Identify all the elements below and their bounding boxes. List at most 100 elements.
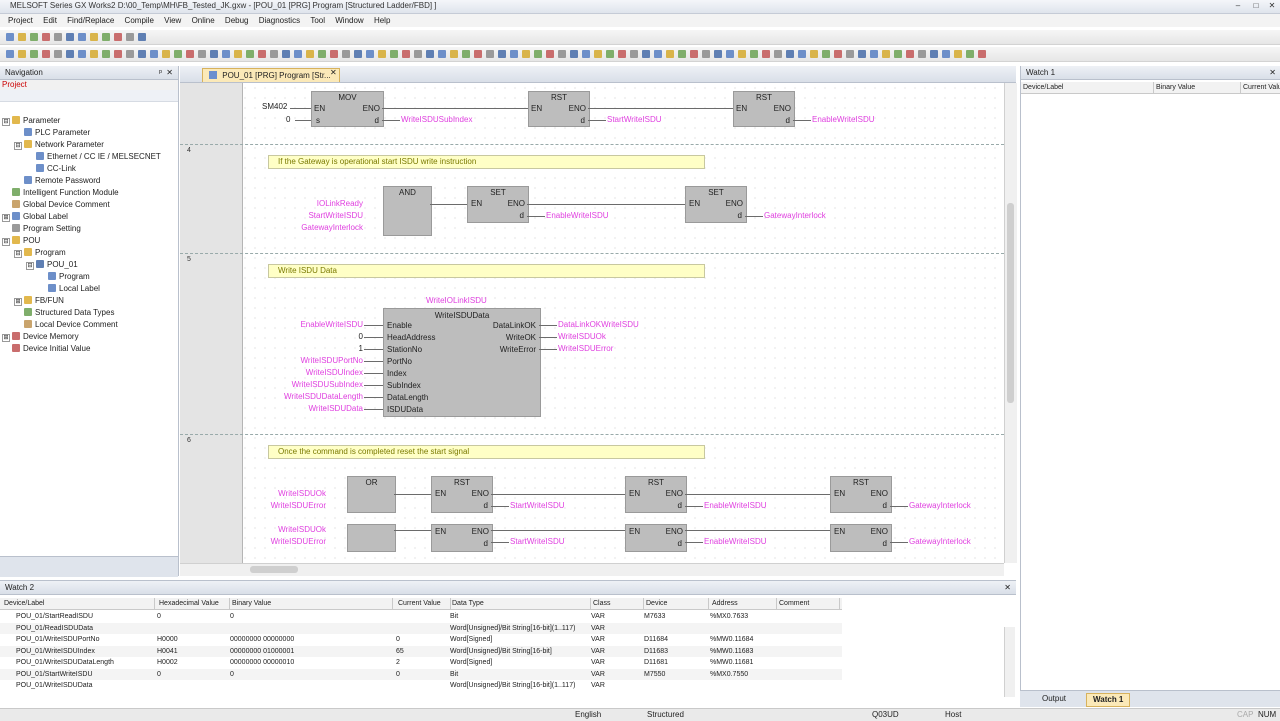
tree-item[interactable]: ⊟ POU_01: [26, 259, 78, 271]
toolbar-button-icon[interactable]: [846, 50, 854, 58]
toolbar-button-icon[interactable]: [282, 50, 290, 58]
rst-block[interactable]: RST EN ENO d: [431, 476, 493, 513]
toolbar-button-icon[interactable]: [66, 50, 74, 58]
toolbar-button-icon[interactable]: [654, 50, 662, 58]
toolbar-button-icon[interactable]: [186, 50, 194, 58]
tree-item[interactable]: ⊞ FB/FUN: [14, 295, 64, 307]
menu-project[interactable]: Project: [8, 14, 33, 27]
or-block[interactable]: OR: [347, 476, 396, 513]
fb-input-variable[interactable]: 1: [240, 344, 363, 354]
toolbar-button-icon[interactable]: [78, 50, 86, 58]
expander-icon[interactable]: ⊟: [2, 238, 10, 246]
toolbar-button-icon[interactable]: [126, 50, 134, 58]
fb-input-variable[interactable]: 0: [240, 332, 363, 342]
mov-block[interactable]: MOV EN ENO s d: [311, 91, 384, 127]
fb-input-variable[interactable]: WriteISDUDataLength: [240, 392, 363, 402]
comment-row-5[interactable]: Write ISDU Data: [268, 264, 705, 278]
toolbar-button-icon[interactable]: [822, 50, 830, 58]
toolbar-button-icon[interactable]: [858, 50, 866, 58]
toolbar-button-icon[interactable]: [18, 33, 26, 41]
fb-input-variable[interactable]: WriteISDUIndex: [240, 368, 363, 378]
toolbar-button-icon[interactable]: [738, 50, 746, 58]
rst-block[interactable]: EN ENO d: [625, 524, 687, 552]
menu-online[interactable]: Online: [192, 14, 215, 27]
toolbar-button-icon[interactable]: [966, 50, 974, 58]
toolbar-button-icon[interactable]: [18, 50, 26, 58]
close-icon[interactable]: ✕: [1269, 66, 1276, 79]
table-row[interactable]: POU_01/WriteISDUDataLength H0002 00000000 …: [0, 657, 842, 668]
set-block[interactable]: SET EN ENO d: [467, 186, 529, 223]
var-enable-write-isdu[interactable]: EnableWriteISDU: [546, 211, 609, 221]
toolbar-button-icon[interactable]: [702, 50, 710, 58]
toolbar-button-icon[interactable]: [618, 50, 626, 58]
toolbar-button-icon[interactable]: [462, 50, 470, 58]
table-row[interactable]: POU_01/StartReadISDU 0 0 Bit VAR M7633 %MX0.76…: [0, 611, 842, 622]
menu-tool[interactable]: Tool: [310, 14, 325, 27]
expander-icon[interactable]: ⊟: [14, 250, 22, 258]
tab-output[interactable]: Output: [1036, 693, 1072, 705]
toolbar-button-icon[interactable]: [114, 50, 122, 58]
toolbar-button-icon[interactable]: [906, 50, 914, 58]
toolbar-button-icon[interactable]: [426, 50, 434, 58]
toolbar-button-icon[interactable]: [798, 50, 806, 58]
fb-output-variable[interactable]: WriteISDUError: [558, 344, 613, 354]
toolbar-button-icon[interactable]: [354, 50, 362, 58]
menu-diagnostics[interactable]: Diagnostics: [259, 14, 300, 27]
fb-input-variable[interactable]: WriteISDUSubIndex: [240, 380, 363, 390]
table-row[interactable]: POU_01/WriteISDUIndex H0041 00000000 01000…: [0, 645, 842, 657]
tree-item[interactable]: Global Device Comment: [2, 199, 110, 211]
var-enable-write-isdu[interactable]: EnableWriteISDU: [704, 537, 767, 547]
tree-item[interactable]: Ethernet / CC IE / MELSECNET: [26, 151, 161, 163]
expander-icon[interactable]: ⊞: [2, 214, 10, 222]
var-start-write-isdu[interactable]: StartWriteISDU: [278, 211, 363, 221]
menu-window[interactable]: Window: [335, 14, 363, 27]
write-isdu-data-block[interactable]: WriteISDUData Enable HeadAddress StationNo…: [383, 308, 541, 417]
toolbar-button-icon[interactable]: [678, 50, 686, 58]
menu-debug[interactable]: Debug: [225, 14, 249, 27]
toolbar-button-icon[interactable]: [378, 50, 386, 58]
toolbar-button-icon[interactable]: [810, 50, 818, 58]
fb-instance-name[interactable]: WriteIOLinkISDU: [426, 296, 487, 306]
tree-item[interactable]: ⊟ Network Parameter: [14, 139, 104, 151]
tree-item[interactable]: PLC Parameter: [14, 127, 90, 139]
toolbar-button-icon[interactable]: [534, 50, 542, 58]
toolbar-button-icon[interactable]: [498, 50, 506, 58]
menu-view[interactable]: View: [164, 14, 181, 27]
column-header[interactable]: Device/Label: [2, 598, 155, 609]
fb-input-variable[interactable]: WriteISDUData: [240, 404, 363, 414]
expander-icon[interactable]: ⊞: [2, 334, 10, 342]
or-block[interactable]: [347, 524, 396, 552]
tree-item[interactable]: Remote Password: [14, 175, 100, 187]
toolbar-button-icon[interactable]: [306, 50, 314, 58]
tree-item[interactable]: ⊞ Device Memory: [2, 331, 79, 343]
fb-output-variable[interactable]: WriteISDUOk: [558, 332, 606, 342]
toolbar-button-icon[interactable]: [942, 50, 950, 58]
restore-button[interactable]: □: [1250, 1, 1262, 11]
var-iolink-ready[interactable]: IOLinkReady: [278, 199, 363, 209]
expander-icon[interactable]: ⊟: [26, 262, 34, 270]
toolbar-button-icon[interactable]: [414, 50, 422, 58]
toolbar-button-icon[interactable]: [510, 50, 518, 58]
toolbar-button-icon[interactable]: [714, 50, 722, 58]
comment-row-6[interactable]: Once the command is completed reset the …: [268, 445, 705, 459]
toolbar-button-icon[interactable]: [366, 50, 374, 58]
var-start-write-isdu[interactable]: StartWriteISDU: [510, 537, 565, 547]
toolbar-button-icon[interactable]: [138, 50, 146, 58]
toolbar-button-icon[interactable]: [450, 50, 458, 58]
fb-output-variable[interactable]: DataLinkOKWriteISDU: [558, 320, 639, 330]
toolbar-button-icon[interactable]: [222, 50, 230, 58]
minimize-button[interactable]: –: [1232, 1, 1244, 11]
toolbar-button-icon[interactable]: [342, 50, 350, 58]
tree-item[interactable]: ⊟ Parameter: [2, 115, 60, 127]
scroll-thumb[interactable]: [250, 566, 298, 573]
toolbar-button-icon[interactable]: [174, 50, 182, 58]
toolbar-button-icon[interactable]: [486, 50, 494, 58]
toolbar-button-icon[interactable]: [150, 50, 158, 58]
toolbar-button-icon[interactable]: [570, 50, 578, 58]
toolbar-button-icon[interactable]: [90, 50, 98, 58]
table-row[interactable]: POU_01/WriteISDUPortNo H0000 00000000 0000…: [0, 634, 842, 645]
var-gateway-interlock[interactable]: GatewayInterlock: [909, 537, 971, 547]
tree-item[interactable]: ⊞ Global Label: [2, 211, 68, 223]
menu-compile[interactable]: Compile: [125, 14, 154, 27]
tab-watch-1[interactable]: Watch 1: [1086, 693, 1131, 707]
